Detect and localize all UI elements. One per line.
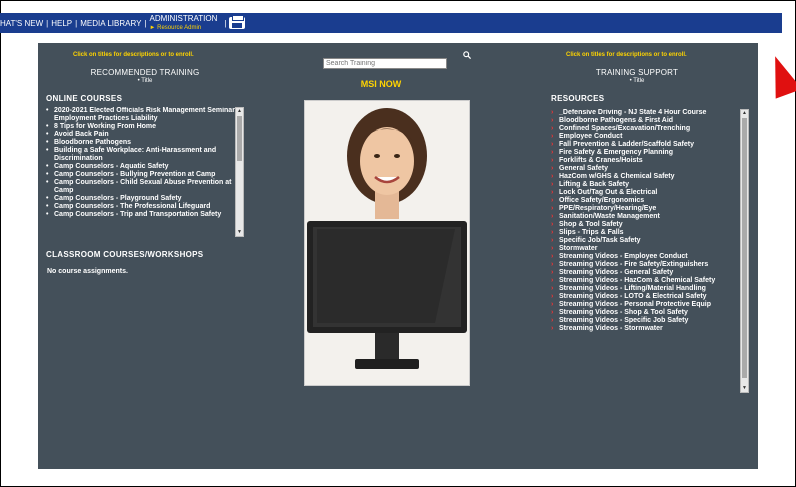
top-nav-bar: HAT'S NEW | HELP | MEDIA LIBRARY | ADMIN… (0, 13, 782, 33)
list-item[interactable]: Streaming Videos - Specific Job Safety (551, 317, 741, 325)
nav-media-library[interactable]: MEDIA LIBRARY (80, 19, 141, 28)
list-item[interactable]: Slips - Trips & Falls (551, 229, 741, 237)
list-item[interactable]: Streaming Videos - Stormwater (551, 325, 741, 333)
training-support-title: TRAINING SUPPORT (595, 68, 679, 77)
resources-list[interactable]: _Defensive Driving - NJ State 4 Hour Cou… (551, 109, 741, 393)
list-item[interactable]: Camp Counselors - Bullying Prevention at… (46, 171, 242, 179)
list-item[interactable]: Streaming Videos - Fire Safety/Extinguis… (551, 261, 741, 269)
list-item[interactable]: General Safety (551, 165, 741, 173)
scroll-down-icon[interactable]: ▼ (236, 229, 243, 236)
list-item[interactable]: Lock Out/Tag Out & Electrical (551, 189, 741, 197)
list-item[interactable]: Streaming Videos - HazCom & Chemical Saf… (551, 277, 741, 285)
administration-label: ADMINISTRATION (149, 13, 218, 23)
scroll-up-icon[interactable]: ▲ (236, 108, 243, 115)
promo-photo (304, 100, 470, 386)
list-item[interactable]: Avoid Back Pain (46, 131, 242, 139)
scroll-thumb[interactable] (742, 118, 747, 378)
scroll-down-icon[interactable]: ▼ (741, 385, 748, 392)
list-item[interactable]: Forklifts & Cranes/Hoists (551, 157, 741, 165)
list-item[interactable]: Sanitation/Waste Management (551, 213, 741, 221)
nav-separator: | (144, 18, 147, 28)
list-item[interactable]: Office Safety/Ergonomics (551, 197, 741, 205)
list-item[interactable]: Streaming Videos - Personal Protective E… (551, 301, 741, 309)
list-item[interactable]: Stormwater (551, 245, 741, 253)
list-item[interactable]: Bloodborne Pathogens (46, 139, 242, 147)
list-item[interactable]: HazCom w/GHS & Chemical Safety (551, 173, 741, 181)
list-item[interactable]: PPE/Respiratory/Hearing/Eye (551, 205, 741, 213)
list-item[interactable]: Employee Conduct (551, 133, 741, 141)
scroll-up-icon[interactable]: ▲ (741, 110, 748, 117)
nav-separator: | (75, 18, 78, 28)
list-item[interactable]: 8 Tips for Working From Home (46, 123, 242, 131)
search-input[interactable] (323, 58, 447, 69)
list-item[interactable]: Specific Job/Task Safety (551, 237, 741, 245)
classroom-courses-heading: CLASSROOM COURSES/WORKSHOPS (46, 250, 204, 259)
list-item[interactable]: Shop & Tool Safety (551, 221, 741, 229)
list-item[interactable]: Streaming Videos - Lifting/Material Hand… (551, 285, 741, 293)
list-item[interactable]: Fall Prevention & Ladder/Scaffold Safety (551, 141, 741, 149)
list-item[interactable]: 2020-2021 Elected Officials Risk Managem… (46, 107, 242, 123)
list-item[interactable]: Camp Counselors - The Professional Lifeg… (46, 203, 242, 211)
online-courses-heading: ONLINE COURSES (46, 94, 123, 103)
right-title-sort[interactable]: • Title (572, 78, 702, 84)
list-item[interactable]: Streaming Videos - LOTO & Electrical Saf… (551, 293, 741, 301)
msi-now-label: MSI NOW (360, 79, 402, 89)
search-icon[interactable] (463, 51, 471, 59)
list-item[interactable]: Bloodborne Pathogens & First Aid (551, 117, 741, 125)
list-item[interactable]: Fire Safety & Emergency Planning (551, 149, 741, 157)
right-hint: Click on titles for descriptions or to e… (566, 52, 687, 58)
list-item[interactable]: Camp Counselors - Child Sexual Abuse Pre… (46, 179, 242, 195)
list-item[interactable]: Camp Counselors - Playground Safety (46, 195, 242, 203)
left-hint: Click on titles for descriptions or to e… (73, 52, 194, 58)
printer-icon[interactable] (229, 15, 246, 29)
no-assignments-text: No course assignments. (47, 268, 128, 275)
resources-heading: RESOURCES (551, 94, 605, 103)
left-title-sort[interactable]: • Title (80, 78, 210, 84)
online-courses-scrollbar[interactable]: ▲ ▼ (235, 107, 244, 237)
search-box (323, 51, 471, 69)
list-item[interactable]: Camp Counselors - Trip and Transportatio… (46, 211, 242, 219)
online-courses-list[interactable]: 2020-2021 Elected Officials Risk Managem… (46, 107, 242, 237)
recommended-training-title: RECOMMENDED TRAINING (90, 68, 200, 77)
resources-scrollbar[interactable]: ▲ ▼ (740, 109, 749, 393)
scroll-thumb[interactable] (237, 116, 242, 161)
list-item[interactable]: Lifting & Back Safety (551, 181, 741, 189)
list-item[interactable]: Camp Counselors - Aquatic Safety (46, 163, 242, 171)
nav-help[interactable]: HELP (51, 19, 72, 28)
list-item[interactable]: Confined Spaces/Excavation/Trenching (551, 125, 741, 133)
list-item[interactable]: Streaming Videos - Shop & Tool Safety (551, 309, 741, 317)
nav-separator: | (46, 18, 49, 28)
list-item[interactable]: _Defensive Driving - NJ State 4 Hour Cou… (551, 109, 741, 117)
resource-admin-link[interactable]: ► Resource Admin (150, 25, 202, 31)
nav-administration[interactable]: ADMINISTRATION ► Resource Admin (149, 13, 218, 32)
list-item[interactable]: Building a Safe Workplace: Anti-Harassme… (46, 147, 242, 163)
nav-separator: | (224, 18, 227, 28)
list-item[interactable]: Streaming Videos - Employee Conduct (551, 253, 741, 261)
list-item[interactable]: Streaming Videos - General Safety (551, 269, 741, 277)
nav-whats-new[interactable]: HAT'S NEW (0, 19, 43, 28)
